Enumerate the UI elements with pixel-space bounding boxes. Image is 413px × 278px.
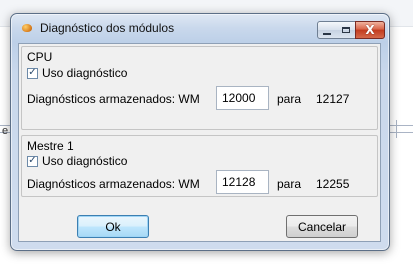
minimize-button[interactable] — [317, 21, 337, 39]
app-icon — [22, 24, 32, 32]
window-title: Diagnóstico dos módulos — [40, 21, 175, 35]
mestre1-end-address-value: 12255 — [316, 177, 350, 191]
para-label: para — [277, 92, 302, 106]
background-grid-line — [396, 120, 397, 138]
minimize-icon — [323, 32, 331, 35]
checkbox-box[interactable]: ✓ — [27, 67, 38, 79]
ok-button[interactable]: Ok — [77, 215, 149, 238]
cpu-start-address-input[interactable] — [216, 86, 269, 110]
group-title: CPU — [27, 50, 53, 64]
group-title: Mestre 1 — [27, 139, 74, 153]
checkbox-label[interactable]: Uso diagnóstico — [42, 66, 127, 80]
checkbox-label[interactable]: Uso diagnóstico — [42, 154, 127, 168]
title-bar[interactable]: Diagnóstico dos módulos X — [11, 14, 389, 42]
mestre1-group: Mestre 1 ✓ Uso diagnóstico Diagnósticos … — [21, 135, 378, 197]
cancel-button[interactable]: Cancelar — [286, 215, 358, 238]
mestre1-start-address-input[interactable] — [216, 170, 269, 194]
maximize-button[interactable] — [336, 21, 356, 39]
para-label: para — [277, 177, 302, 191]
diagnostics-dialog: Diagnóstico dos módulos X CPU ✓ Uso diag… — [10, 13, 390, 251]
cpu-group: CPU ✓ Uso diagnóstico Diagnósticos armaz… — [21, 46, 378, 130]
checkmark-icon: ✓ — [28, 155, 37, 166]
stored-diagnostics-label: Diagnósticos armazenados: WM — [27, 177, 200, 191]
close-button[interactable]: X — [355, 21, 385, 39]
stored-diagnostics-label: Diagnósticos armazenados: WM — [27, 92, 200, 106]
cpu-end-address-value: 12127 — [316, 92, 350, 106]
mestre1-diagnostic-checkbox[interactable]: ✓ Uso diagnóstico — [27, 154, 127, 168]
checkmark-icon: ✓ — [28, 67, 37, 78]
maximize-icon — [341, 27, 350, 33]
checkbox-box[interactable]: ✓ — [27, 155, 38, 167]
close-icon: X — [365, 23, 375, 37]
cpu-diagnostic-checkbox[interactable]: ✓ Uso diagnóstico — [27, 66, 127, 80]
dialog-content: CPU ✓ Uso diagnóstico Diagnósticos armaz… — [18, 43, 381, 242]
background-edge-text: e — [2, 125, 9, 137]
